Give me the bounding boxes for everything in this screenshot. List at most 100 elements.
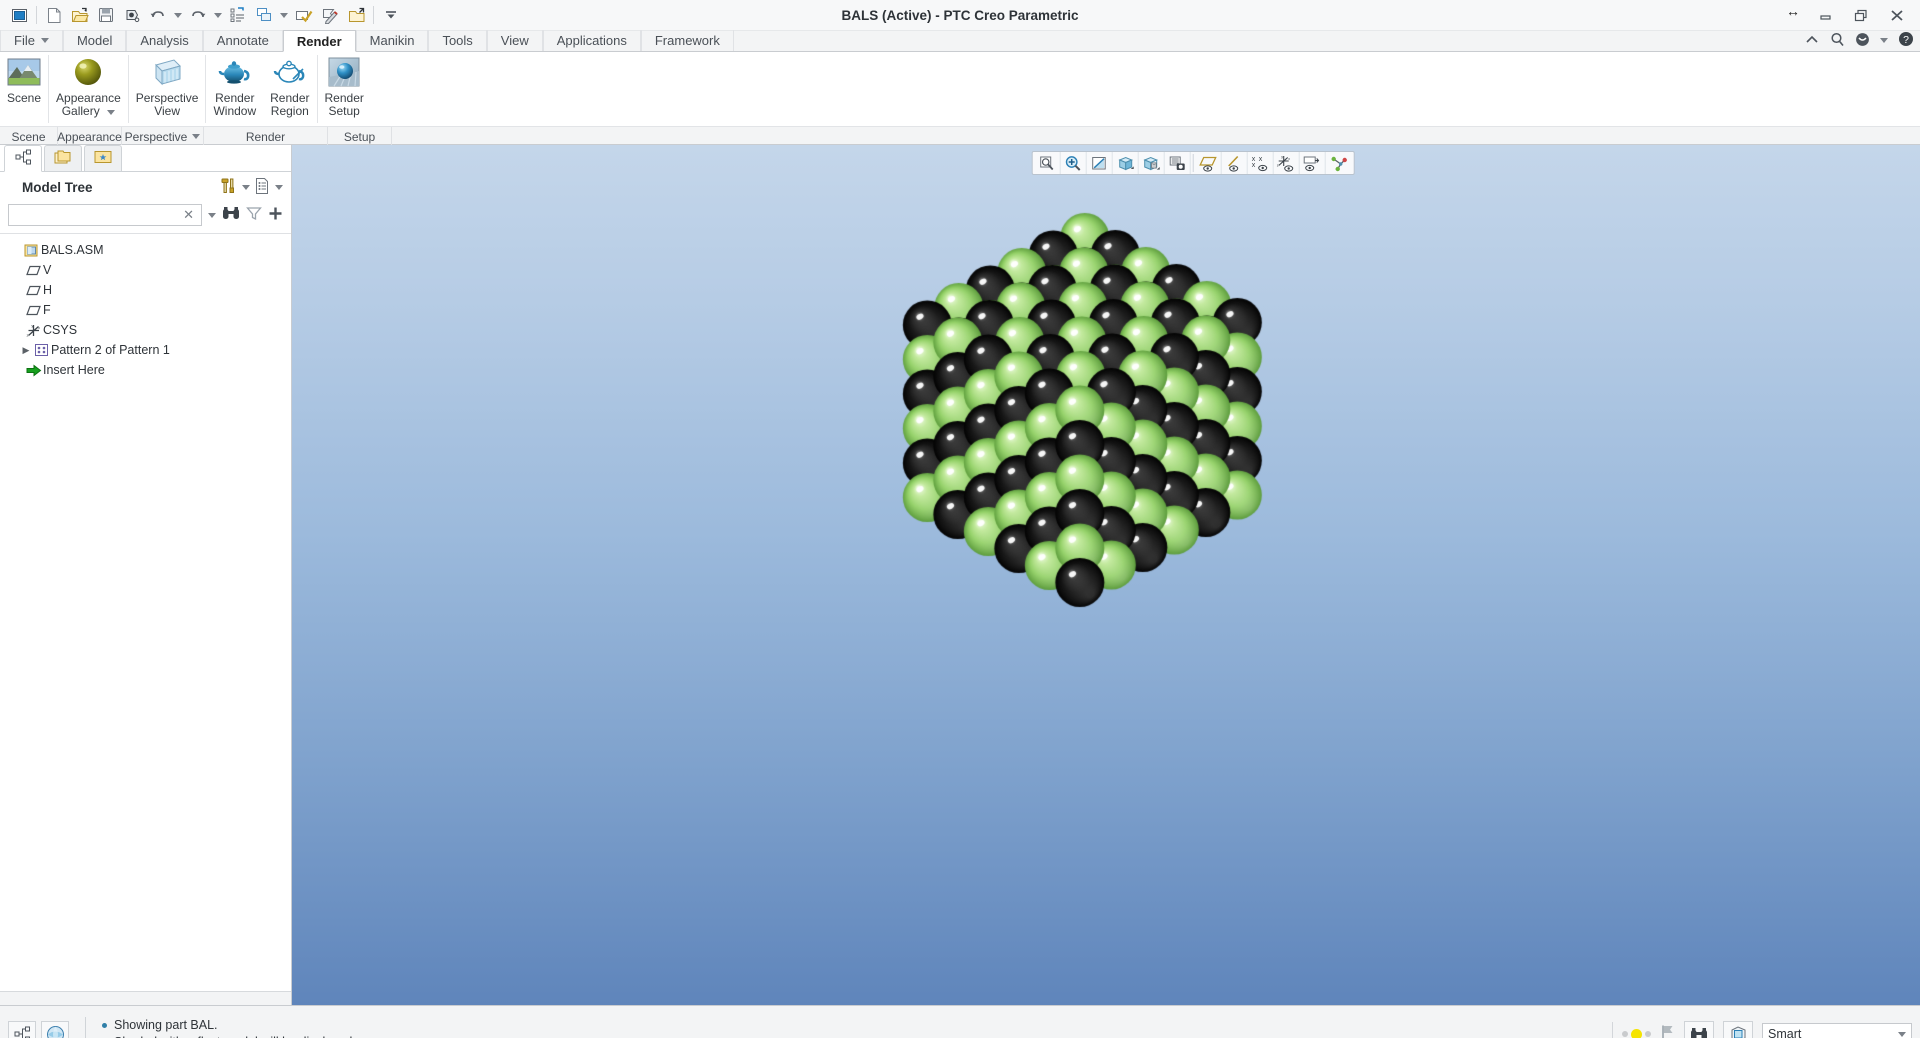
qat-overflow-icon[interactable] bbox=[378, 3, 404, 27]
selection-filter-select[interactable]: Smart bbox=[1762, 1023, 1912, 1038]
datum-plane-icon bbox=[24, 284, 43, 297]
status-bullet-icon bbox=[102, 1023, 107, 1028]
model-tree-toggle-icon[interactable] bbox=[8, 1021, 36, 1038]
close-button[interactable] bbox=[1880, 3, 1914, 29]
model-tree[interactable]: BALS.ASM V H F bbox=[0, 234, 291, 991]
view-manager-icon[interactable] bbox=[1165, 152, 1191, 174]
repaint-icon[interactable] bbox=[1087, 152, 1113, 174]
undo-icon[interactable] bbox=[145, 3, 171, 27]
redo-icon[interactable] bbox=[185, 3, 211, 27]
ribbon-group-label-bar: Scene Appearance Perspective Render Setu… bbox=[0, 126, 1920, 145]
perspective-group-dropdown-icon[interactable] bbox=[192, 134, 200, 139]
select-items-icon[interactable] bbox=[291, 3, 317, 27]
settings-tools-icon[interactable] bbox=[220, 177, 238, 198]
tree-item-pattern[interactable]: ▶ Pattern 2 of Pattern 1 bbox=[0, 340, 291, 360]
group-label-scene[interactable]: Scene bbox=[0, 127, 58, 146]
file-dropdown-icon[interactable] bbox=[41, 38, 49, 43]
tab-manikin[interactable]: Manikin bbox=[356, 30, 429, 51]
folder-browser-tab[interactable] bbox=[44, 145, 82, 171]
filter-icon[interactable] bbox=[246, 206, 262, 224]
render-region-label-line1: Render bbox=[270, 91, 309, 105]
find-binoculars-button[interactable] bbox=[1684, 1021, 1714, 1038]
datum-points-icon[interactable]: xxx bbox=[1248, 152, 1274, 174]
save-as-icon[interactable] bbox=[119, 3, 145, 27]
render-setup-button[interactable]: Render Setup bbox=[318, 52, 371, 118]
tab-annotate[interactable]: Annotate bbox=[203, 30, 283, 51]
annotate-icon[interactable] bbox=[317, 3, 343, 27]
appearance-gallery-dropdown-icon[interactable] bbox=[107, 110, 115, 115]
restore-button[interactable] bbox=[1844, 3, 1878, 29]
add-item-icon[interactable] bbox=[268, 206, 283, 224]
assembly-icon bbox=[22, 243, 41, 258]
tab-tools[interactable]: Tools bbox=[428, 30, 486, 51]
open-file-icon[interactable] bbox=[67, 3, 93, 27]
model-tree-tab[interactable] bbox=[4, 145, 42, 172]
close-window-icon[interactable] bbox=[343, 3, 369, 27]
group-label-appearance[interactable]: Appearance bbox=[58, 127, 122, 146]
tab-render[interactable]: Render bbox=[283, 30, 356, 52]
appearance-gallery-button[interactable]: Appearance Gallery bbox=[49, 52, 128, 118]
refit-icon[interactable] bbox=[1035, 152, 1061, 174]
display-dropdown-icon[interactable] bbox=[275, 185, 283, 190]
tree-item-insert-here-label: Insert Here bbox=[43, 363, 105, 377]
csys-display-icon[interactable]: yzx bbox=[1274, 152, 1300, 174]
collapse-ribbon-icon[interactable] bbox=[1804, 33, 1820, 48]
saved-views-icon[interactable] bbox=[1139, 152, 1165, 174]
tab-model[interactable]: Model bbox=[63, 30, 126, 51]
tree-item-csys[interactable]: y z x CSYS bbox=[0, 320, 291, 340]
account-icon[interactable] bbox=[1855, 32, 1870, 50]
tree-expander-pattern-icon[interactable]: ▶ bbox=[20, 345, 32, 356]
find-binoculars-icon[interactable] bbox=[222, 206, 240, 224]
selection-box-button[interactable] bbox=[1723, 1021, 1753, 1038]
search-dropdown-icon[interactable] bbox=[208, 213, 216, 218]
datum-planes-icon[interactable] bbox=[1196, 152, 1222, 174]
perspective-view-button[interactable]: Perspective View bbox=[129, 52, 206, 118]
render-region-label-line2: Region bbox=[271, 104, 309, 118]
ball-lattice-model[interactable] bbox=[292, 145, 1920, 1005]
minimize-button[interactable] bbox=[1808, 3, 1842, 29]
account-dropdown-icon[interactable] bbox=[1880, 38, 1888, 43]
selection-filter-dropdown-icon[interactable] bbox=[1898, 1032, 1906, 1037]
display-style-icon[interactable] bbox=[1113, 152, 1139, 174]
group-label-render[interactable]: Render bbox=[204, 127, 328, 146]
new-window-icon[interactable] bbox=[6, 3, 32, 27]
tab-applications[interactable]: Applications bbox=[543, 30, 641, 51]
window-switch-dropdown-icon[interactable] bbox=[277, 3, 291, 27]
model-tree-search-box[interactable]: ✕ bbox=[8, 204, 202, 226]
tab-analysis[interactable]: Analysis bbox=[126, 30, 202, 51]
scene-button[interactable]: Scene bbox=[0, 52, 48, 105]
favorites-tab[interactable] bbox=[84, 145, 122, 171]
regenerate-icon[interactable] bbox=[225, 3, 251, 27]
display-list-icon[interactable] bbox=[254, 177, 271, 198]
render-region-button[interactable]: Render Region bbox=[263, 52, 316, 118]
tab-file[interactable]: File bbox=[0, 30, 63, 51]
help-icon[interactable]: ? bbox=[1898, 31, 1914, 50]
tree-item-v[interactable]: V bbox=[0, 260, 291, 280]
tree-item-h[interactable]: H bbox=[0, 280, 291, 300]
tree-item-bals-asm[interactable]: BALS.ASM bbox=[0, 240, 291, 260]
group-label-setup[interactable]: Setup bbox=[328, 127, 392, 146]
tree-item-f[interactable]: F bbox=[0, 300, 291, 320]
search-icon[interactable] bbox=[1830, 32, 1845, 50]
new-file-icon[interactable] bbox=[41, 3, 67, 27]
window-switch-icon[interactable] bbox=[251, 3, 277, 27]
undo-dropdown-icon[interactable] bbox=[171, 3, 185, 27]
tab-framework[interactable]: Framework bbox=[641, 30, 734, 51]
save-icon[interactable] bbox=[93, 3, 119, 27]
group-label-perspective[interactable]: Perspective bbox=[122, 127, 204, 146]
title-bar: BALS (Active) - PTC Creo Parametric ↔ bbox=[0, 0, 1920, 31]
spin-center-icon[interactable] bbox=[1326, 152, 1352, 174]
datum-axes-icon[interactable] bbox=[1222, 152, 1248, 174]
browser-toggle-icon[interactable] bbox=[41, 1021, 69, 1038]
tab-view[interactable]: View bbox=[487, 30, 543, 51]
settings-dropdown-icon[interactable] bbox=[242, 185, 250, 190]
annotation-display-icon[interactable] bbox=[1300, 152, 1326, 174]
search-input[interactable] bbox=[13, 208, 180, 222]
render-window-button[interactable]: Render Window bbox=[206, 52, 263, 118]
redo-dropdown-icon[interactable] bbox=[211, 3, 225, 27]
clear-search-icon[interactable]: ✕ bbox=[180, 207, 197, 223]
flag-icon[interactable] bbox=[1660, 1024, 1675, 1038]
zoom-in-icon[interactable] bbox=[1061, 152, 1087, 174]
tree-item-insert-here[interactable]: Insert Here bbox=[0, 360, 291, 380]
graphics-viewport[interactable]: xxx yzx bbox=[292, 145, 1920, 1005]
